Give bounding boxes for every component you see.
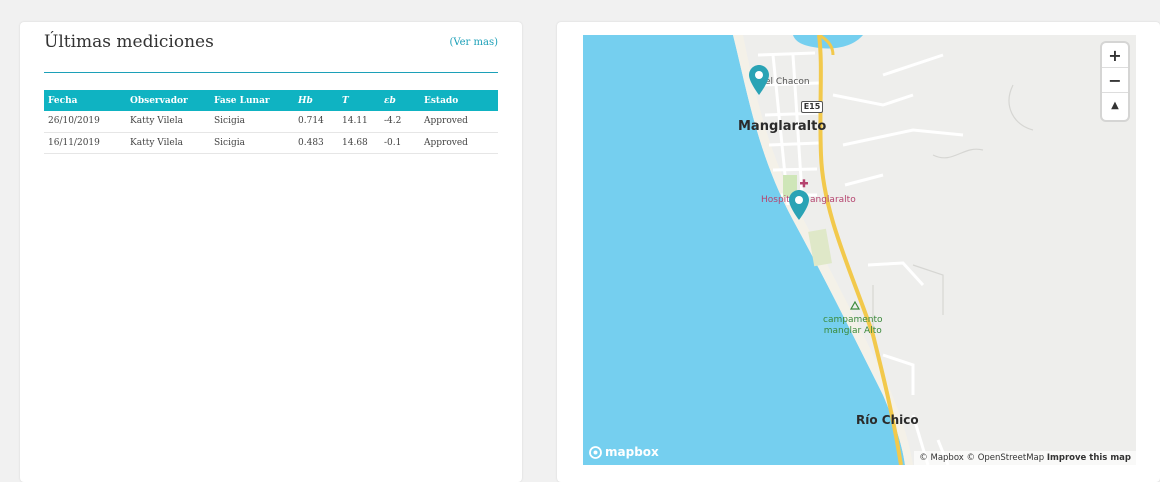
column-header-fecha[interactable]: Fecha: [44, 90, 126, 111]
attribution-copyright[interactable]: © Mapbox © OpenStreetMap: [919, 453, 1044, 463]
map-pin-icon[interactable]: [749, 65, 769, 95]
cell-fecha: 26/10/2019: [44, 111, 126, 133]
table-header-row: Fecha Observador Fase Lunar Hb T εb Esta…: [44, 90, 498, 111]
mapbox-logo[interactable]: mapbox: [589, 445, 659, 459]
zoom-in-button[interactable]: +: [1102, 43, 1128, 68]
cell-t: 14.68: [338, 132, 380, 154]
cell-observador: Katty Vilela: [126, 111, 210, 133]
route-shield-e15: E15: [801, 101, 823, 113]
mapbox-icon: [589, 445, 602, 459]
cell-t: 14.11: [338, 111, 380, 133]
poi-label-hospital-left: Hospit: [761, 195, 790, 205]
town-label-manglaralto: Manglaralto: [738, 119, 827, 134]
compass-button[interactable]: ▲: [1102, 93, 1128, 118]
page-title: Últimas mediciones: [44, 32, 214, 52]
cell-estado: Approved: [420, 111, 498, 133]
map-attribution: © Mapbox © OpenStreetMap Improve this ma…: [914, 451, 1136, 465]
measurements-table: Fecha Observador Fase Lunar Hb T εb Esta…: [44, 90, 498, 154]
table-row[interactable]: 16/11/2019 Katty Vilela Sicigia 0.483 14…: [44, 132, 498, 154]
improve-map-link[interactable]: Improve this map: [1047, 453, 1131, 463]
column-header-eb[interactable]: εb: [380, 90, 420, 111]
campsite-icon: [849, 300, 861, 310]
poi-label-hospital-right: anglaralto: [810, 195, 856, 205]
column-header-hb[interactable]: Hb: [294, 90, 338, 111]
cell-hb: 0.483: [294, 132, 338, 154]
poi-label-chacon: el Chacon: [765, 77, 810, 87]
cell-eb: -4.2: [380, 111, 420, 133]
cell-fase: Sicigia: [210, 132, 294, 154]
map-card: el Chacon E15 Manglaralto Hospit anglara…: [557, 22, 1160, 482]
column-header-estado[interactable]: Estado: [420, 90, 498, 111]
map-zoom-controls: + − ▲: [1102, 43, 1128, 120]
minor-roads: [872, 84, 1034, 335]
column-header-t[interactable]: T: [338, 90, 380, 111]
cell-fecha: 16/11/2019: [44, 132, 126, 154]
cell-eb: -0.1: [380, 132, 420, 154]
cell-estado: Approved: [420, 132, 498, 154]
poi-label-campamento: campamento manglar Alto: [823, 315, 883, 336]
column-header-observador[interactable]: Observador: [126, 90, 210, 111]
town-label-rio-chico: Río Chico: [856, 413, 919, 427]
map-base-layer: [583, 35, 1034, 465]
cell-observador: Katty Vilela: [126, 132, 210, 154]
cell-fase: Sicigia: [210, 111, 294, 133]
zoom-out-button[interactable]: −: [1102, 68, 1128, 93]
measurements-card: Últimas mediciones (Ver mas) Fecha Obser…: [20, 22, 522, 482]
cell-hb: 0.714: [294, 111, 338, 133]
see-more-link[interactable]: (Ver mas): [449, 37, 498, 48]
column-header-fase-lunar[interactable]: Fase Lunar: [210, 90, 294, 111]
title-divider: [44, 72, 498, 73]
table-row[interactable]: 26/10/2019 Katty Vilela Sicigia 0.714 14…: [44, 111, 498, 133]
map-pin-icon[interactable]: [789, 190, 809, 220]
map-view[interactable]: el Chacon E15 Manglaralto Hospit anglara…: [583, 35, 1136, 465]
